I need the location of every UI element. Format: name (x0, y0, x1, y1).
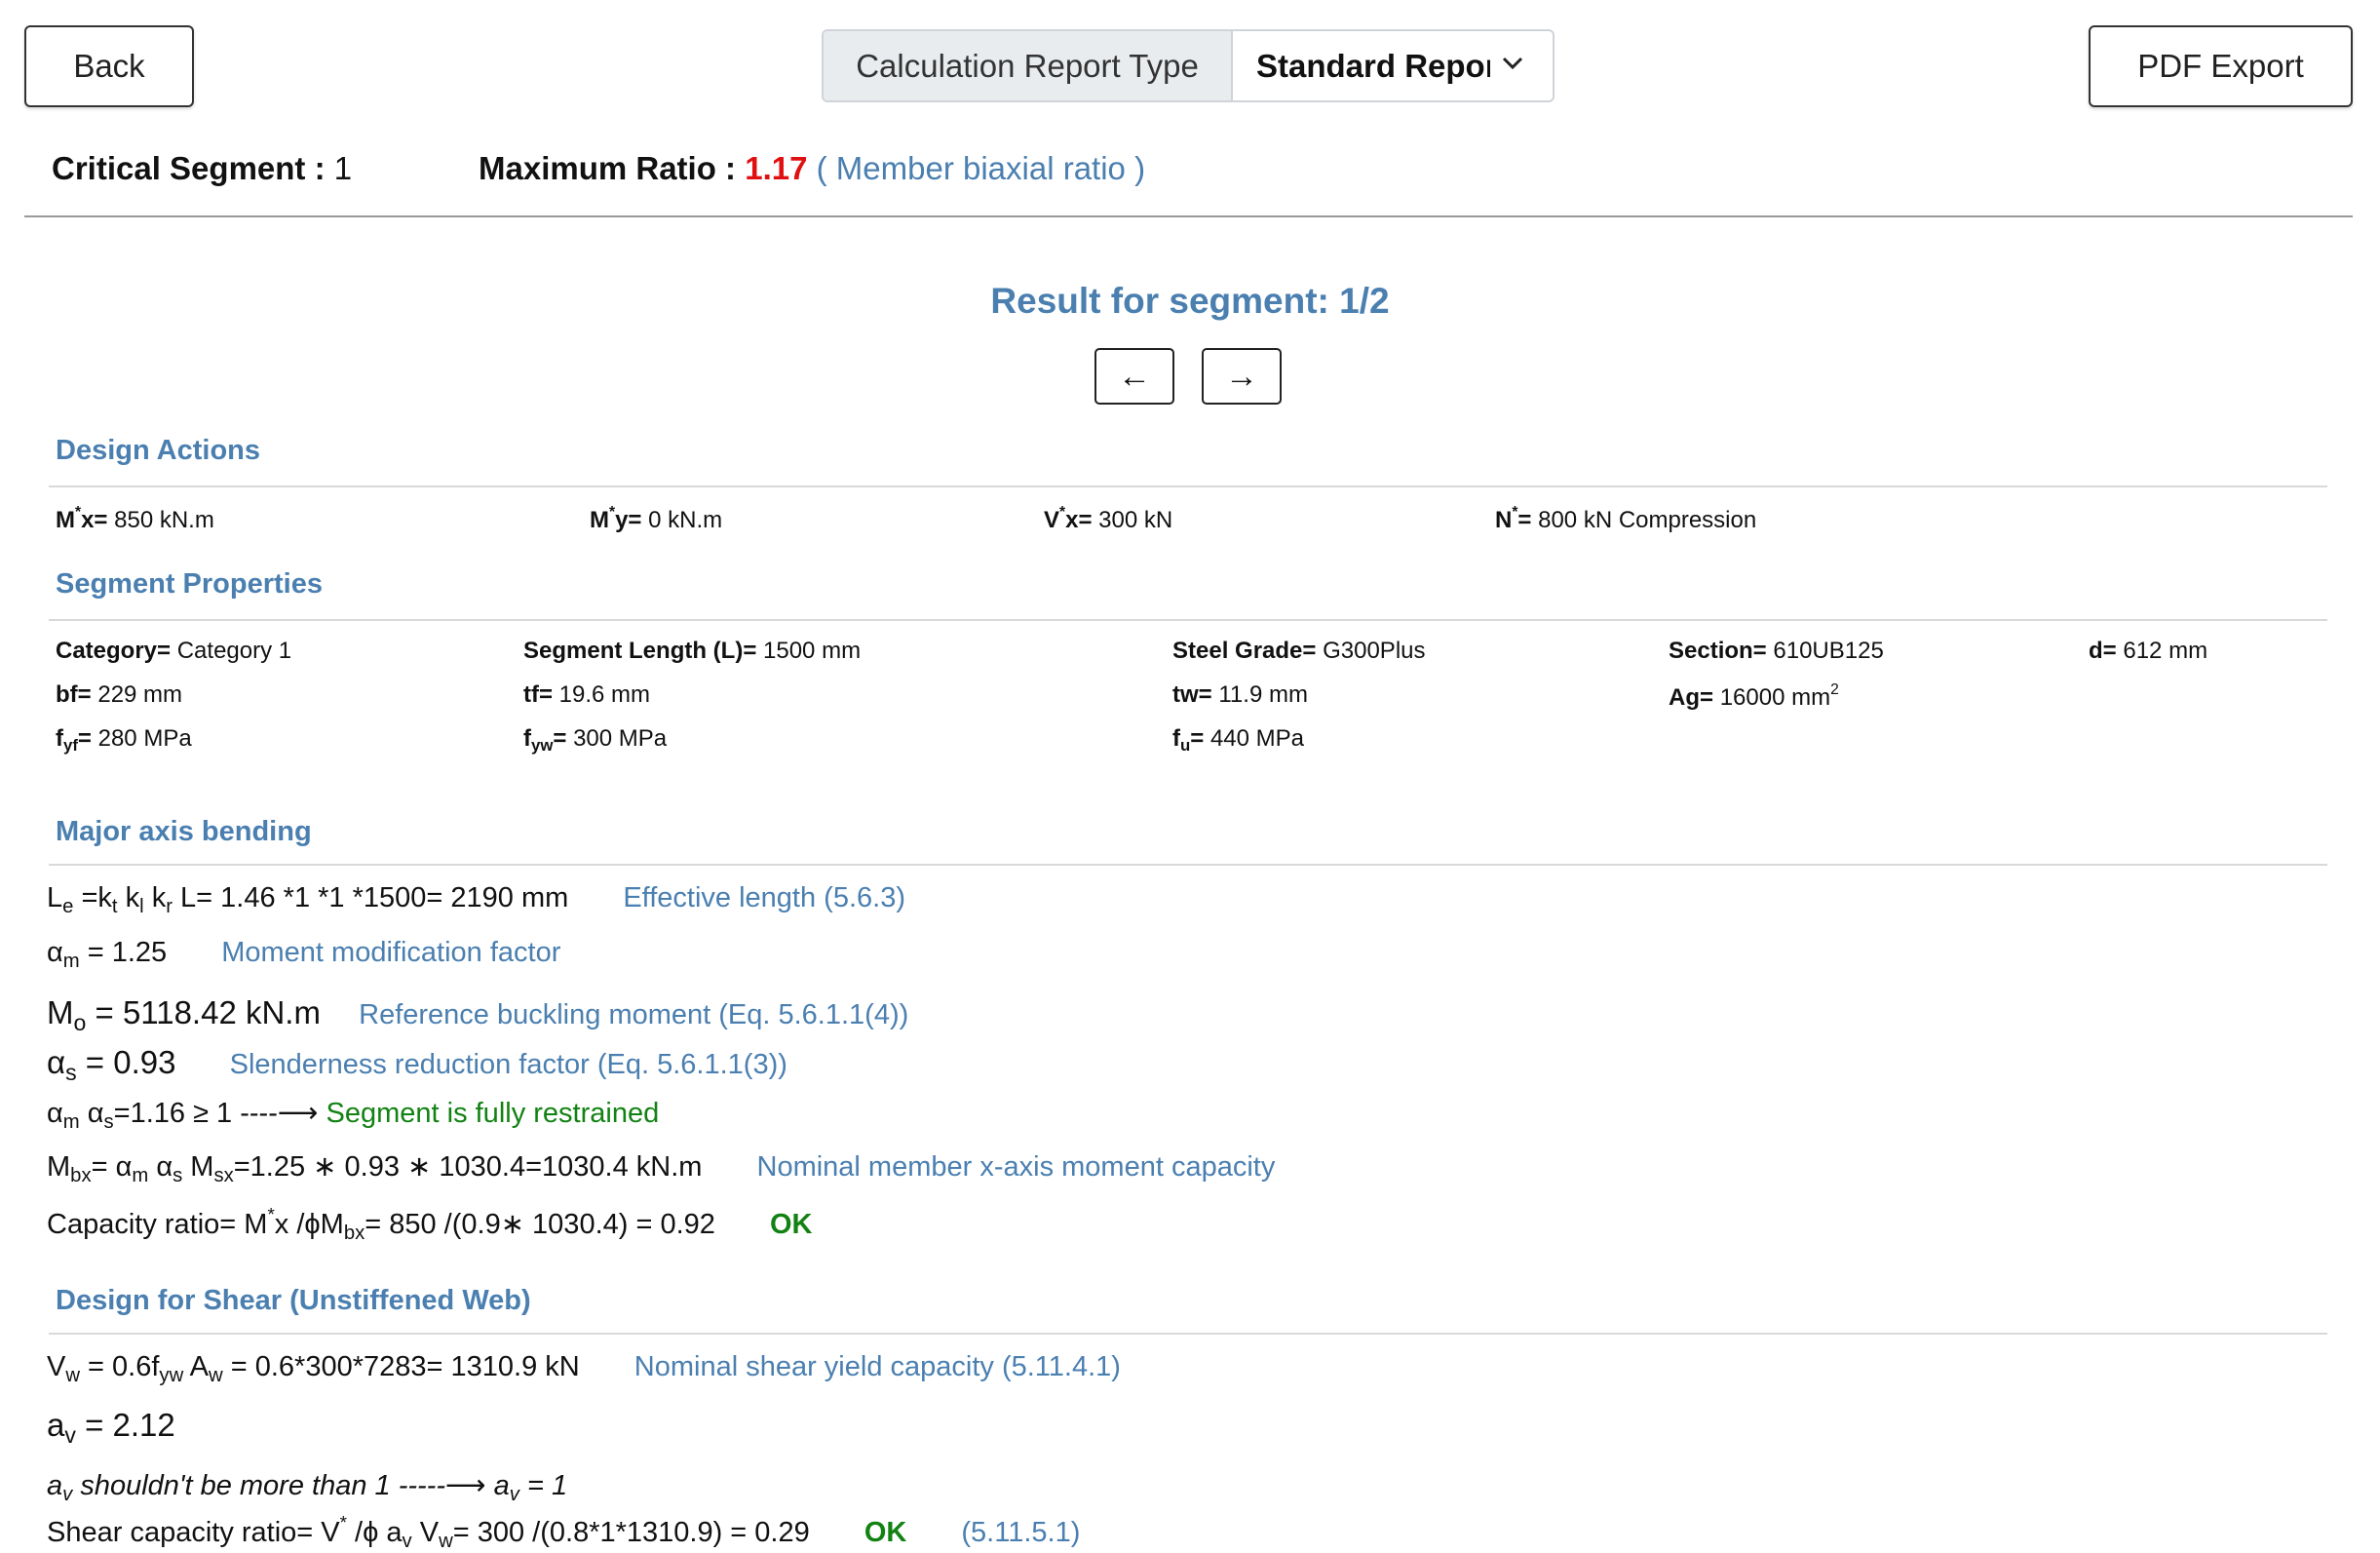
prop-fyw: fyw= 300 MPa (523, 725, 668, 755)
prop-steel-grade: Steel Grade= G300Plus (1172, 638, 1426, 664)
critical-segment-value: 1 (333, 150, 353, 186)
shear-divider (49, 1333, 2327, 1335)
moment-modification-note: Moment modification factor (221, 937, 561, 968)
slenderness-note: Slenderness reduction factor (Eq. 5.6.1.… (229, 1049, 787, 1080)
major-axis-divider (49, 864, 2327, 866)
pdf-export-button[interactable]: PDF Export (2089, 25, 2353, 107)
reference-buckling-line: Mo = 5118.42 kN.m Reference buckling mom… (47, 994, 909, 1035)
effective-length-note: Effective length (5.6.3) (623, 882, 905, 913)
prev-segment-button[interactable]: ← (1094, 348, 1174, 405)
mbx-line: Mbx= αm αs Msx=1.25 ∗ 0.93 ∗ 1030.4=1030… (47, 1151, 1276, 1186)
restrained-note: Segment is fully restrained (326, 1098, 660, 1129)
reference-buckling-note: Reference buckling moment (Eq. 5.6.1.1(4… (359, 999, 909, 1030)
mbx-note: Nominal member x-axis moment capacity (756, 1151, 1276, 1183)
design-actions-divider (49, 485, 2327, 487)
next-segment-button[interactable]: → (1202, 348, 1282, 405)
prop-segment-length: Segment Length (L)= 1500 mm (523, 638, 862, 664)
prop-mx: M*x= 850 kN.m (56, 504, 214, 533)
shear-capacity-ratio-line: Shear capacity ratio= V* /ϕ av Vw= 300 /… (47, 1512, 1081, 1552)
shear-ratio-ref: (5.11.5.1) (961, 1517, 1081, 1549)
segment-properties-title: Segment Properties (56, 568, 323, 600)
report-type-label: Calculation Report Type (824, 31, 1233, 100)
prop-vx: V*x= 300 kN (1044, 504, 1173, 533)
prop-d: d= 612 mm (2089, 638, 2208, 664)
prop-my: M*y= 0 kN.m (590, 504, 723, 533)
shear-yield-note: Nominal shear yield capacity (5.11.4.1) (633, 1351, 1121, 1382)
prop-n: N*= 800 kN Compression (1495, 504, 1757, 533)
moment-capacity-ratio-line: Capacity ratio= M*x /ϕMbx= 850 /(0.9∗ 10… (47, 1204, 813, 1244)
summary-divider (24, 215, 2353, 217)
moment-ratio-status: OK (769, 1209, 813, 1241)
effective-length-line: Le =kt kl kr L= 1.46 *1 *1 *1500= 2190 m… (47, 882, 905, 917)
prop-ag: Ag= 16000 mm2 (1669, 681, 1839, 711)
maximum-ratio-value: 1.17 (745, 150, 808, 186)
shear-yield-line: Vw = 0.6fyw Aw = 0.6*300*7283= 1310.9 kN… (47, 1351, 1121, 1386)
segment-properties-divider (49, 619, 2327, 621)
prop-fyf: fyf= 280 MPa (56, 725, 192, 755)
report-type-selector[interactable]: Calculation Report Type Standard Report (822, 29, 1555, 102)
maximum-ratio-label: Maximum Ratio : (479, 150, 737, 186)
prop-fu: fu= 440 MPa (1172, 725, 1305, 755)
back-button[interactable]: Back (24, 25, 194, 107)
critical-segment: Critical Segment : 1 (52, 150, 352, 187)
prop-bf: bf= 229 mm (56, 681, 183, 708)
major-axis-title: Major axis bending (56, 816, 312, 847)
shear-ratio-status: OK (864, 1517, 907, 1549)
critical-segment-label: Critical Segment : (52, 150, 326, 186)
slenderness-line: αs = 0.93 Slenderness reduction factor (… (47, 1044, 787, 1085)
prop-section: Section= 610UB125 (1669, 638, 1884, 664)
moment-modification-line: αm = 1.25 Moment modification factor (47, 937, 561, 972)
shear-title: Design for Shear (Unstiffened Web) (56, 1285, 531, 1316)
restrained-check-line: αm αs=1.16 ≥ 1 ----⟶ Segment is fully re… (47, 1098, 660, 1133)
av-line: av = 2.12 (47, 1407, 175, 1448)
maximum-ratio: Maximum Ratio : 1.17 ( Member biaxial ra… (479, 150, 1145, 187)
av-limit-line: av shouldn't be more than 1 -----⟶ av = … (47, 1470, 568, 1505)
report-type-value: Standard Report (1256, 47, 1490, 84)
result-title: Result for segment: 1/2 (990, 281, 1390, 321)
prop-category: Category= Category 1 (56, 638, 292, 664)
maximum-ratio-note: ( Member biaxial ratio ) (816, 150, 1146, 186)
chevron-down-icon (1502, 57, 1523, 70)
prop-tw: tw= 11.9 mm (1172, 681, 1308, 708)
prop-tf: tf= 19.6 mm (523, 681, 651, 708)
design-actions-title: Design Actions (56, 435, 261, 466)
